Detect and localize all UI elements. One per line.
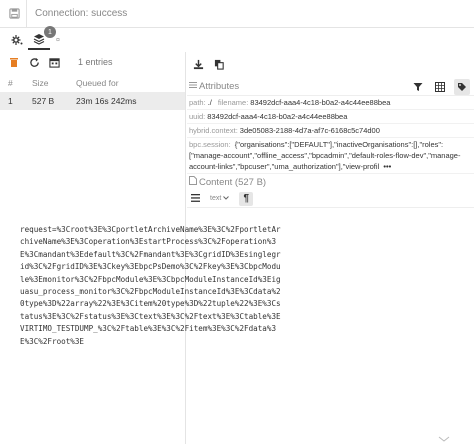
row-size: 527 B (32, 96, 55, 106)
content-title: Content (527 B) (199, 176, 267, 188)
delete-icon[interactable] (6, 54, 22, 70)
col-header-num[interactable]: # (0, 78, 24, 88)
tab-dropdown-icon[interactable]: ¤ (56, 37, 60, 44)
col-header-size[interactable]: Size (24, 78, 68, 88)
content-text: request=%3Croot%3E%3CportletArchiveName%… (20, 225, 281, 346)
col-header-queued[interactable]: Queued for (68, 78, 185, 88)
entries-count: 1 entries (78, 57, 113, 67)
attr-path-filename: path: ./ filename: 83492dcf-aaa4-4c18-b0… (187, 96, 474, 110)
details-toolbar (187, 52, 474, 78)
copy-icon[interactable] (214, 59, 225, 72)
table-header: # Size Queued for (0, 74, 185, 92)
menu-icon[interactable] (191, 193, 200, 204)
content-type-value: text (210, 195, 222, 202)
attr-val-hybrid: 3de05083-2188-4d7a-af7c-6168c5c74d00 (239, 126, 380, 135)
calendar-icon[interactable] (46, 54, 62, 70)
content-header: Content (527 B) (187, 174, 474, 190)
filter-icon[interactable] (410, 79, 426, 95)
table-view-icon[interactable] (432, 79, 448, 95)
attr-bpc-session: bpc.session: {"organisations":["DEFAULT"… (187, 138, 474, 174)
attr-val-path: ./ (207, 98, 212, 107)
content-toolbar: text ¶ (187, 190, 474, 208)
row-num: 1 (8, 96, 13, 106)
settings-gear-icon[interactable] (6, 30, 28, 50)
top-bar: Connection: success (0, 0, 474, 28)
attr-key-path: path: (189, 98, 206, 107)
document-icon (189, 176, 197, 188)
attr-hybrid-context: hybrid.context: 3de05083-2188-4d7a-af7c-… (187, 124, 474, 138)
table-row[interactable]: 1 527 B 23m 16s 242ms (0, 92, 185, 110)
attributes-tools (410, 78, 470, 95)
attr-key-hybrid: hybrid.context: (189, 126, 238, 135)
refresh-icon[interactable] (26, 54, 42, 70)
attributes-title-wrap: Attributes (189, 81, 239, 92)
attributes-header: Attributes (187, 78, 474, 96)
content-type-select[interactable]: text (206, 194, 233, 203)
attr-key-uuid: uuid: (189, 112, 206, 121)
attr-val-filename: 83492dcf-aaa4-4c18-b0a2-a4c44ee88bea (250, 98, 391, 107)
queue-count-badge: 1 (44, 26, 56, 38)
connection-status: Connection: success (26, 0, 127, 27)
list-toolbar: 1 entries (0, 52, 185, 72)
attr-val-uuid: 83492dcf-aaa4-4c18-b0a2-a4c44ee88bea (207, 112, 348, 121)
chevron-down-icon (223, 195, 230, 202)
row-queued: 23m 16s 242ms (76, 96, 137, 106)
attr-key-filename: filename: (217, 98, 249, 107)
attr-key-session: bpc.session: (189, 140, 231, 149)
list-icon (189, 81, 197, 92)
tag-view-icon[interactable] (454, 78, 470, 95)
attributes-title: Attributes (199, 81, 240, 92)
more-dots-button[interactable]: ••• (383, 162, 391, 171)
save-icon[interactable] (2, 8, 26, 19)
attr-uuid: uuid: 83492dcf-aaa4-4c18-b0a2-a4c44ee88b… (187, 110, 474, 124)
resize-handle[interactable] (438, 434, 450, 442)
pilcrow-icon[interactable]: ¶ (239, 191, 254, 206)
download-icon[interactable] (193, 59, 204, 72)
main-tool-row: 1 ¤ (0, 26, 474, 52)
layers-tab[interactable]: 1 (28, 26, 56, 50)
